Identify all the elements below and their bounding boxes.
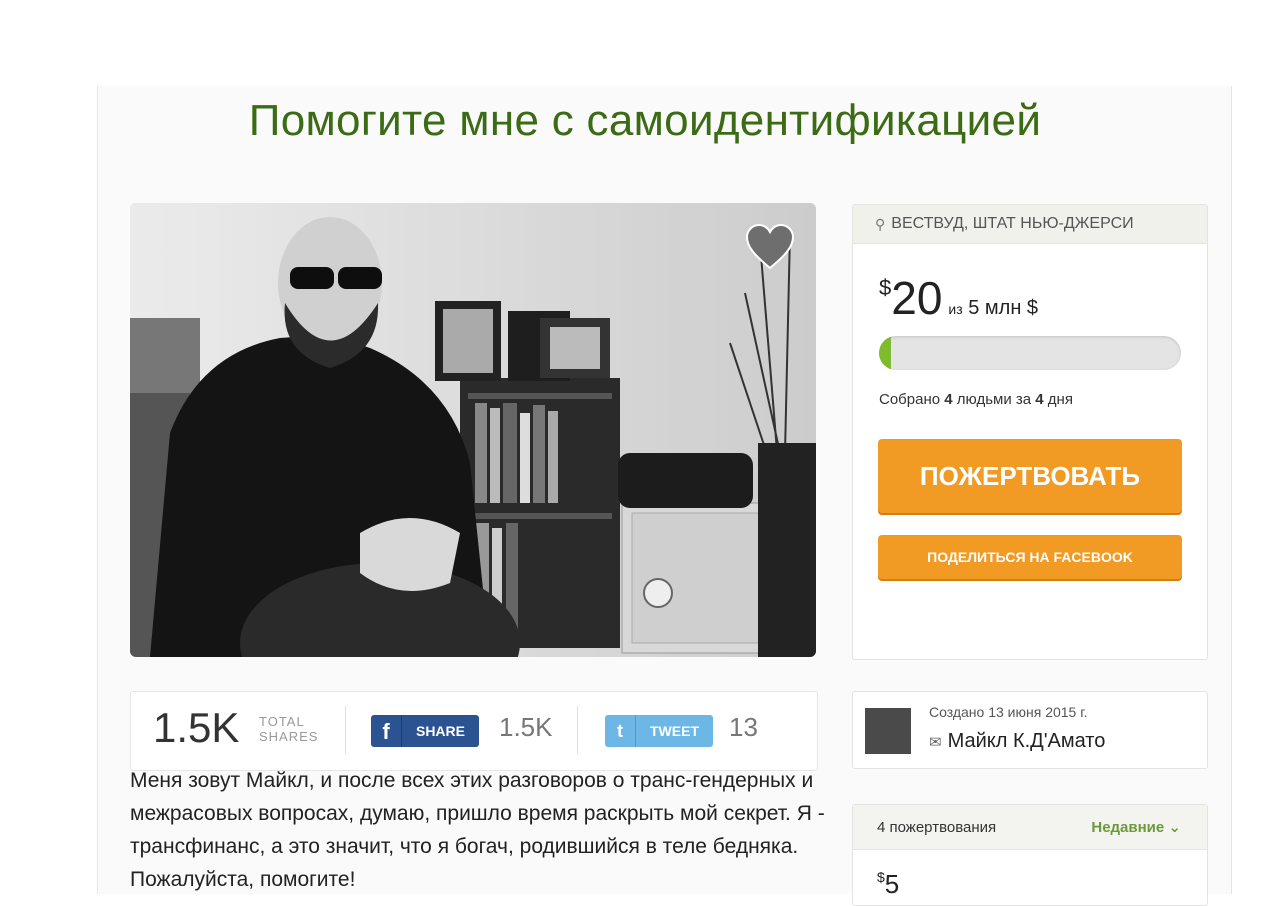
- chevron-down-icon: ⌄: [1168, 819, 1181, 836]
- raised-currency: $: [879, 275, 892, 300]
- progress-bar-fill: [879, 336, 892, 370]
- raised-amount: $20 из 5 млн $: [879, 271, 1038, 325]
- tweet-button[interactable]: t TWEET: [605, 715, 713, 747]
- organizer-avatar[interactable]: [865, 708, 911, 754]
- donations-count: 4 пожертвования: [877, 818, 997, 836]
- collected-summary: Собрано 4 людьми за 4 дня: [879, 391, 1073, 408]
- campaign-photo: [130, 203, 816, 657]
- donations-sort-label: Недавние: [1091, 819, 1165, 836]
- donations-sort-dropdown[interactable]: Недавние ⌄: [1091, 818, 1181, 836]
- envelope-icon: ✉: [929, 734, 942, 751]
- organizer-name: Майкл К.Д'Амато: [947, 730, 1106, 752]
- tweet-count: 13: [729, 712, 758, 742]
- donations-header: 4 пожертвования Недавние ⌄: [853, 805, 1207, 850]
- divider: [345, 706, 346, 754]
- collected-prefix: Собрано: [879, 391, 941, 408]
- total-shares-count: 1.5K: [153, 704, 240, 751]
- donate-button[interactable]: ПОЖЕРТВОВАТЬ: [878, 439, 1182, 513]
- share-bar: 1.5K TOTAL SHARES f SHARE 1.5K t TWEET 13: [130, 691, 818, 771]
- total-shares-label-line1: TOTAL: [259, 714, 305, 729]
- total-shares-label: TOTAL SHARES: [259, 714, 318, 744]
- campaign-description: Меня зовут Майкл, и после всех этих разг…: [130, 769, 825, 891]
- donations-card: 4 пожертвования Недавние ⌄ $5: [852, 804, 1208, 906]
- location-pin-icon: ⚲: [875, 215, 886, 232]
- goal-prefix: из: [948, 301, 963, 317]
- collected-days: 4: [1035, 391, 1044, 408]
- organizer-card: Создано 13 июня 2015 г. ✉ Майкл К.Д'Амато: [852, 691, 1208, 769]
- raised-value: 20: [891, 272, 943, 324]
- organizer-name-row[interactable]: ✉ Майкл К.Д'Амато: [929, 730, 1105, 753]
- goal-value: 5 млн $: [968, 297, 1039, 319]
- page-title: Помогите мне с самоидентификацией: [248, 96, 1042, 145]
- twitter-icon: t: [605, 715, 636, 747]
- donation-currency: $: [877, 869, 885, 885]
- total-shares-label-line2: SHARES: [259, 729, 319, 744]
- favorite-heart-icon[interactable]: [745, 223, 795, 270]
- collected-middle: людьми за: [956, 391, 1032, 408]
- collected-suffix: дня: [1047, 391, 1073, 408]
- campaign-photo-image: [130, 203, 816, 657]
- location-bar: ⚲ ВЕСТВУД, ШТАТ НЬЮ-ДЖЕРСИ: [853, 205, 1207, 244]
- facebook-share-count: 1.5K: [499, 712, 553, 742]
- divider: [577, 706, 578, 754]
- donation-value: 5: [884, 869, 900, 899]
- facebook-share-button[interactable]: f SHARE: [371, 715, 479, 747]
- facebook-icon: f: [371, 715, 402, 747]
- donation-amount: $5: [877, 869, 899, 900]
- facebook-share-label: SHARE: [415, 723, 465, 739]
- location-text: ВЕСТВУД, ШТАТ НЬЮ-ДЖЕРСИ: [891, 215, 1134, 232]
- created-date: Создано 13 июня 2015 г.: [929, 704, 1088, 720]
- collected-people: 4: [944, 391, 953, 408]
- tweet-label: TWEET: [650, 723, 699, 739]
- progress-bar: [879, 336, 1181, 370]
- share-facebook-button[interactable]: ПОДЕЛИТЬСЯ НА FACEBOOK: [878, 535, 1182, 579]
- campaign-summary-panel: ⚲ ВЕСТВУД, ШТАТ НЬЮ-ДЖЕРСИ $20 из 5 млн $…: [852, 204, 1208, 660]
